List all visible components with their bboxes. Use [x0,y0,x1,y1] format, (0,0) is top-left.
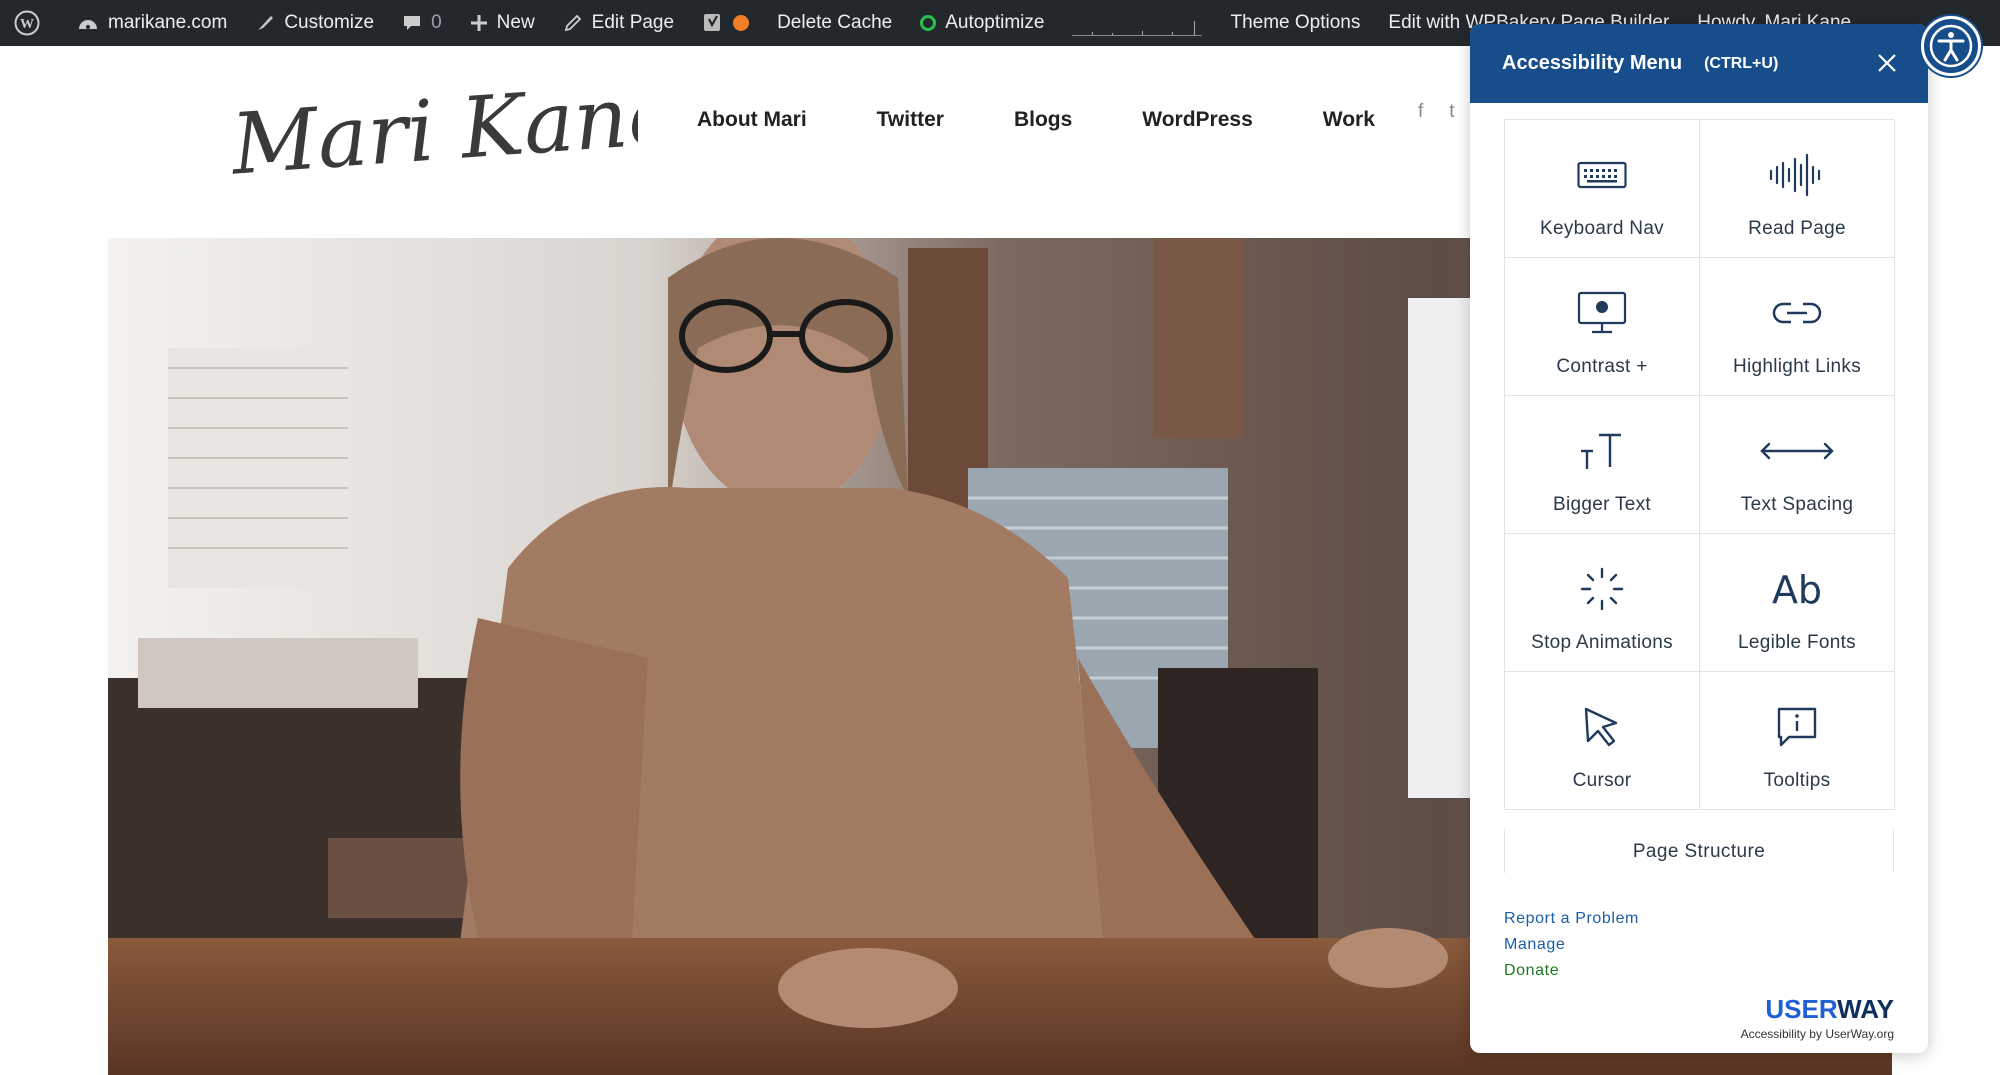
userway-logo-part2: WAY [1837,994,1894,1024]
tooltip-info-icon [1775,704,1819,750]
tooltips-button[interactable]: Tooltips [1700,672,1895,810]
accessibility-person-icon [1929,24,1973,68]
bigger-text-button[interactable]: Bigger Text [1505,396,1700,534]
userway-logo: USERWAY [1741,994,1894,1025]
site-logo[interactable]: Mari Kane [226,60,680,220]
nav-blogs[interactable]: Blogs [1014,108,1072,132]
donate-link[interactable]: Donate [1504,958,1639,984]
comments-count: 0 [431,12,442,33]
contrast-button[interactable]: Contrast + [1505,258,1700,396]
nav-work[interactable]: Work [1323,108,1375,132]
userway-tagline: Accessibility by UserWay.org [1740,1027,1894,1041]
brush-icon [258,16,274,30]
theme-options-link[interactable]: Theme Options [1216,0,1374,46]
highlight-links-label: Highlight Links [1732,356,1862,377]
svg-text:W: W [20,17,34,32]
accessibility-footer-links: Report a Problem Manage Donate [1504,906,1639,984]
performance-graph[interactable] [1072,10,1203,36]
audio-wave-icon [1767,152,1827,198]
pencil-icon [564,14,581,32]
nav-twitter[interactable]: Twitter [877,108,944,132]
nav-about-mari[interactable]: About Mari [697,108,807,132]
userway-logo-part1: USER [1765,994,1838,1024]
dashboard-icon [79,20,97,29]
text-spacing-label: Text Spacing [1740,494,1854,515]
page-structure-button[interactable]: Page Structure [1504,829,1894,873]
comments-link[interactable]: 0 [388,0,456,46]
loading-spinner-icon [1580,566,1624,612]
seo-status-dot-icon [733,15,750,31]
autoptimize-link[interactable]: Autoptimize [906,0,1058,46]
font-ab-icon: Ab [1769,566,1825,612]
wordpress-logo-icon[interactable]: W [0,0,63,46]
stop-animations-button[interactable]: Stop Animations [1505,534,1700,672]
userway-branding[interactable]: USERWAY Accessibility by UserWay.org [1741,994,1894,1041]
social-links: f t [1418,101,1455,123]
text-spacing-button[interactable]: Text Spacing [1700,396,1895,534]
accessibility-menu-title: Accessibility Menu [1502,52,1683,74]
read-page-button[interactable]: Read Page [1700,120,1895,258]
tooltips-label: Tooltips [1763,770,1831,791]
edit-page-link[interactable]: Edit Page [549,0,688,46]
bigger-text-label: Bigger Text [1552,494,1651,515]
report-problem-link[interactable]: Report a Problem [1504,906,1639,932]
customize-link[interactable]: Customize [241,0,388,46]
manage-link[interactable]: Manage [1504,932,1639,958]
plus-icon [470,15,487,31]
logo-text: Mari Kane [228,65,638,194]
twitter-icon[interactable]: t [1449,101,1454,123]
legible-fonts-button[interactable]: Ab Legible Fonts [1700,534,1895,672]
customize-label: Customize [284,12,375,33]
site-logo-script: Mari Kane [226,65,680,194]
text-size-icon [1577,428,1627,474]
link-icon [1771,290,1823,336]
legible-fonts-label: Legible Fonts [1738,632,1856,653]
cursor-label: Cursor [1572,770,1632,791]
accessibility-options-grid: Keyboard Nav Read Page Contrast + Highli… [1504,119,1895,810]
keyboard-nav-label: Keyboard Nav [1539,218,1664,239]
theme-options-label: Theme Options [1230,12,1361,33]
edit-page-label: Edit Page [591,12,675,33]
autoptimize-status-icon [920,15,937,31]
new-label: New [496,12,535,33]
accessibility-toggle-button[interactable] [1921,16,1981,76]
close-icon[interactable] [1874,50,1900,76]
main-navigation: About Mari Twitter Blogs WordPress Work [697,108,1445,132]
accessibility-menu-header: Accessibility Menu (CTRL+U) [1470,24,1928,103]
stop-animations-label: Stop Animations [1531,632,1673,653]
comment-bubble-icon [404,16,421,30]
monitor-icon [1577,290,1627,336]
highlight-links-button[interactable]: Highlight Links [1700,258,1895,396]
contrast-label: Contrast + [1556,356,1648,377]
keyboard-nav-button[interactable]: Keyboard Nav [1505,120,1700,258]
site-name: marikane.com [108,12,228,33]
cursor-button[interactable]: Cursor [1505,672,1700,810]
accessibility-menu-shortcut: (CTRL+U) [1704,54,1779,72]
keyboard-icon [1577,152,1627,198]
nav-wordpress[interactable]: WordPress [1142,108,1253,132]
site-name-link[interactable]: marikane.com [63,0,241,46]
cursor-arrow-icon [1580,704,1624,750]
delete-cache-label: Delete Cache [777,12,893,33]
yoast-icon [704,14,721,31]
svg-text:Ab: Ab [1772,568,1822,611]
read-page-label: Read Page [1748,218,1846,239]
autoptimize-label: Autoptimize [945,12,1045,33]
accessibility-menu-panel: Accessibility Menu (CTRL+U) Keyboard Nav… [1470,24,1928,1053]
new-content-link[interactable]: New [456,0,549,46]
delete-cache-link[interactable]: Delete Cache [763,0,906,46]
yoast-seo-link[interactable] [688,0,763,46]
horizontal-arrows-icon [1759,428,1835,474]
facebook-icon[interactable]: f [1418,101,1423,123]
